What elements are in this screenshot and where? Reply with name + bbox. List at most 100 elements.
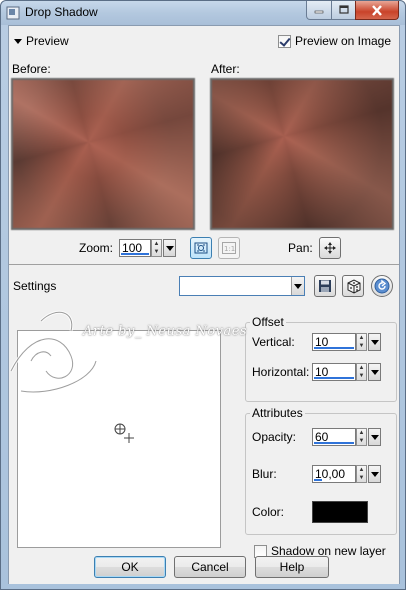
- preview-section: Preview Preview on Image Before: After: …: [9, 26, 399, 264]
- blur-label: Blur:: [252, 467, 277, 481]
- pan-button[interactable]: [318, 237, 341, 259]
- chevron-down-icon: [294, 283, 302, 289]
- color-row: Color:: [252, 501, 368, 523]
- drop-shadow-window: Drop Shadow Preview Preview on Image Bef…: [0, 0, 406, 590]
- opacity-level-bar: [314, 442, 354, 444]
- horizontal-stepper[interactable]: ▲ ▼: [356, 363, 367, 381]
- blur-row: Blur: 10,00 ▲ ▼: [252, 465, 381, 483]
- save-preset-button[interactable]: [314, 275, 336, 297]
- zoom-to-fit-button[interactable]: [190, 237, 213, 259]
- opacity-row: Opacity: 60 ▲ ▼: [252, 428, 381, 446]
- attributes-group: Attributes Opacity: 60 ▲ ▼ Blur: 10,00 ▲…: [245, 406, 397, 535]
- after-preview-image[interactable]: [210, 78, 394, 230]
- opacity-label: Opacity:: [252, 430, 297, 444]
- reset-arrow-icon: [374, 278, 390, 294]
- preview-on-image-checkbox[interactable]: Preview on Image: [277, 34, 391, 48]
- spin-up-icon[interactable]: ▲: [357, 429, 366, 437]
- spin-down-icon[interactable]: ▼: [357, 342, 366, 350]
- zoom-controls: Zoom: 100 ▲ ▼ 1:1 Pan:: [79, 237, 341, 259]
- save-disk-icon: [319, 280, 331, 292]
- spin-down-icon[interactable]: ▼: [357, 474, 366, 482]
- maximize-button[interactable]: [331, 1, 356, 20]
- offset-preview-canvas[interactable]: [17, 330, 221, 548]
- vertical-input[interactable]: 10: [312, 333, 356, 351]
- opacity-dropdown-button[interactable]: [368, 428, 381, 446]
- horizontal-dropdown-button[interactable]: [368, 363, 381, 381]
- opacity-input[interactable]: 60: [312, 428, 356, 446]
- settings-dropdown-button[interactable]: [291, 277, 304, 295]
- offset-group-title: Offset: [250, 315, 286, 329]
- actual-size-button[interactable]: 1:1: [218, 237, 241, 259]
- section-divider: [9, 264, 399, 265]
- horizontal-level-bar: [314, 377, 354, 379]
- settings-preset-combo[interactable]: [179, 276, 305, 296]
- settings-row: Settings: [9, 271, 399, 301]
- chevron-down-icon: [370, 339, 379, 345]
- zoom-dropdown-button[interactable]: [163, 239, 177, 257]
- attributes-group-title: Attributes: [250, 406, 305, 420]
- vertical-row: Vertical: 10 ▲ ▼: [252, 333, 381, 351]
- zoom-input[interactable]: 100: [119, 239, 152, 257]
- settings-label: Settings: [13, 279, 57, 293]
- close-icon: [372, 4, 382, 16]
- move-arrows-icon: [323, 242, 336, 254]
- spin-up-icon[interactable]: ▲: [152, 240, 161, 248]
- crosshair-icon[interactable]: [112, 421, 136, 445]
- shadow-color-swatch[interactable]: [312, 501, 368, 523]
- ok-button[interactable]: OK: [94, 556, 166, 578]
- vertical-spinner[interactable]: 10 ▲ ▼: [312, 333, 381, 351]
- blur-spinner[interactable]: 10,00 ▲ ▼: [312, 465, 381, 483]
- minimize-icon: [314, 10, 324, 14]
- parameters-section: Offset Vertical: 10 ▲ ▼ Horizontal: 10 ▲…: [9, 302, 399, 584]
- preview-on-image-label: Preview on Image: [294, 34, 391, 48]
- dice-icon: [347, 278, 360, 294]
- svg-text:1:1: 1:1: [224, 245, 235, 253]
- blur-level-bar: [314, 479, 322, 481]
- spin-down-icon[interactable]: ▼: [357, 372, 366, 380]
- vertical-stepper[interactable]: ▲ ▼: [356, 333, 367, 351]
- chevron-down-icon: [165, 245, 174, 251]
- blur-stepper[interactable]: ▲ ▼: [356, 465, 367, 483]
- zoom-spinner[interactable]: 100 ▲ ▼: [119, 239, 177, 257]
- help-button[interactable]: Help: [255, 556, 329, 578]
- horizontal-spinner[interactable]: 10 ▲ ▼: [312, 363, 381, 381]
- preview-toggle-label: Preview: [26, 34, 69, 48]
- before-label: Before:: [12, 62, 51, 76]
- chevron-down-icon: [370, 434, 379, 440]
- spin-up-icon[interactable]: ▲: [357, 466, 366, 474]
- blur-input[interactable]: 10,00: [312, 465, 356, 483]
- reset-button[interactable]: [371, 275, 393, 297]
- maximize-icon: [338, 5, 349, 14]
- checkbox-checked-icon[interactable]: [277, 34, 291, 48]
- zoom-label: Zoom:: [79, 241, 114, 255]
- offset-group: Offset Vertical: 10 ▲ ▼ Horizontal: 10 ▲…: [245, 315, 397, 402]
- blur-dropdown-button[interactable]: [368, 465, 381, 483]
- before-preview-image[interactable]: [11, 78, 195, 230]
- zoom-level-bar: [121, 253, 150, 255]
- opacity-stepper[interactable]: ▲ ▼: [356, 428, 367, 446]
- vertical-label: Vertical:: [252, 335, 295, 349]
- opacity-spinner[interactable]: 60 ▲ ▼: [312, 428, 381, 446]
- watermark-text: Arte by_ Neusa Novaes: [83, 324, 248, 339]
- horizontal-input[interactable]: 10: [312, 363, 356, 381]
- vertical-level-bar: [314, 347, 354, 349]
- minimize-button[interactable]: [306, 1, 332, 20]
- zoom-stepper[interactable]: ▲ ▼: [151, 239, 163, 257]
- fit-to-window-icon: [194, 242, 208, 254]
- spin-up-icon[interactable]: ▲: [357, 334, 366, 342]
- dialog-client-area: Preview Preview on Image Before: After: …: [8, 25, 400, 584]
- spin-down-icon[interactable]: ▼: [152, 248, 161, 256]
- pan-label: Pan:: [288, 241, 313, 255]
- vertical-dropdown-button[interactable]: [368, 333, 381, 351]
- randomize-button[interactable]: [342, 275, 364, 297]
- chevron-down-icon: [370, 369, 379, 375]
- cancel-button[interactable]: Cancel: [174, 556, 246, 578]
- spin-down-icon[interactable]: ▼: [357, 437, 366, 445]
- preview-toggle[interactable]: Preview: [14, 34, 69, 48]
- window-title: Drop Shadow: [25, 5, 98, 19]
- horizontal-label: Horizontal:: [252, 365, 310, 379]
- title-bar[interactable]: Drop Shadow: [1, 1, 405, 25]
- spin-up-icon[interactable]: ▲: [357, 364, 366, 372]
- horizontal-row: Horizontal: 10 ▲ ▼: [252, 363, 381, 381]
- close-button[interactable]: [355, 1, 399, 20]
